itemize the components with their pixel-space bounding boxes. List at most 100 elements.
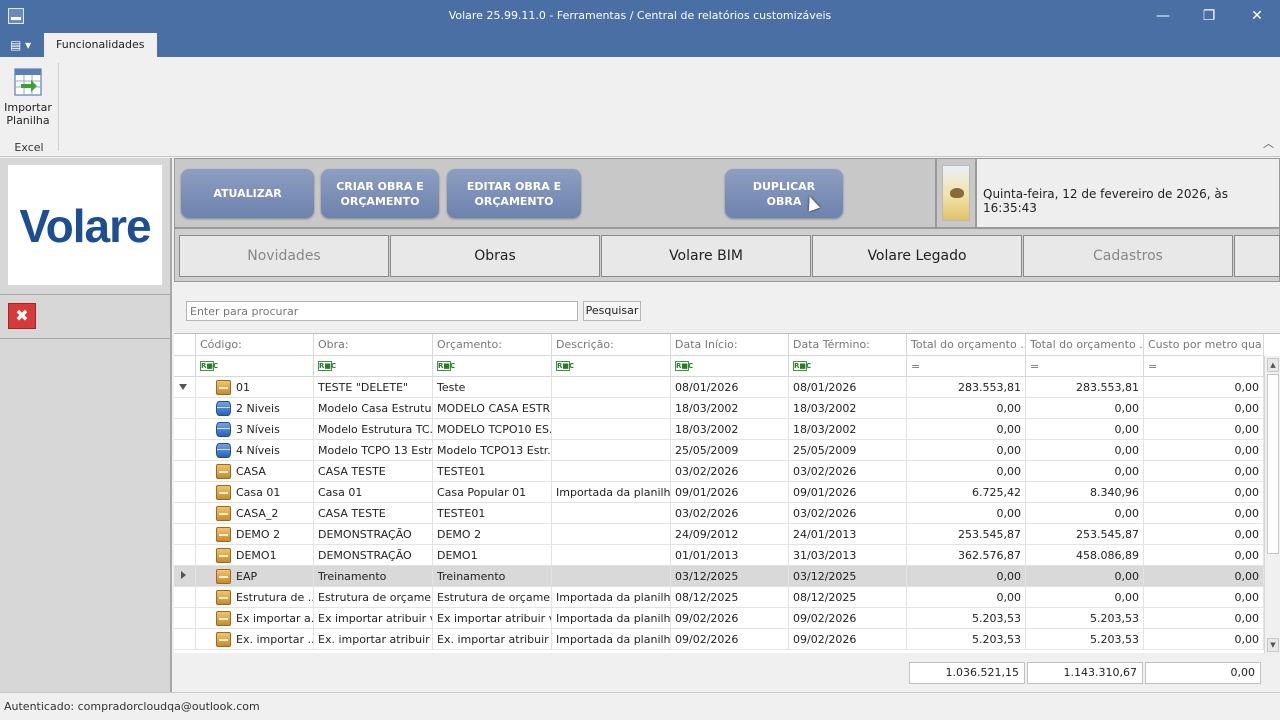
cell-data-inicio[interactable]: 09/02/2026	[671, 629, 789, 650]
cell-total-2[interactable]: 458.086,89	[1026, 545, 1144, 566]
cell-obra[interactable]: Ex. importar atribuir ...	[314, 629, 433, 650]
row-indicator[interactable]	[174, 377, 196, 398]
row-indicator[interactable]	[174, 440, 196, 461]
cell-descricao[interactable]	[552, 461, 671, 482]
cell-total-1[interactable]: 0,00	[907, 461, 1026, 482]
editar-obra-button[interactable]: EDITAR OBRA E ORÇAMENTO	[447, 169, 581, 218]
column-header-obra[interactable]: Obra:	[314, 334, 433, 356]
cell-obra[interactable]: DEMONSTRAÇÃO	[314, 545, 433, 566]
cell-total-1[interactable]: 0,00	[907, 419, 1026, 440]
column-header-codigo[interactable]: Código:	[196, 334, 314, 356]
cell-orcamento[interactable]: DEMO 2	[433, 524, 552, 545]
cell-codigo[interactable]: DEMO1	[196, 545, 314, 566]
row-indicator[interactable]	[174, 503, 196, 524]
cell-descricao[interactable]	[552, 566, 671, 587]
table-row[interactable]: 2 Niveis Modelo Casa Estrutura MODELO CASA…	[174, 398, 1264, 419]
cell-orcamento[interactable]: Estrutura de orçame...	[433, 587, 552, 608]
duplicar-obra-button[interactable]: DUPLICAR OBRA	[725, 169, 843, 218]
cell-total-1[interactable]: 0,00	[907, 587, 1026, 608]
cell-data-termino[interactable]: 31/03/2013	[789, 545, 907, 566]
cell-data-termino[interactable]: 24/01/2013	[789, 524, 907, 545]
cell-data-termino[interactable]: 18/03/2002	[789, 419, 907, 440]
cell-obra[interactable]: Treinamento	[314, 566, 433, 587]
cell-data-termino[interactable]: 09/01/2026	[789, 482, 907, 503]
table-row[interactable]: EAP Treinamento Treinamento 03/12/2025 03/12…	[174, 566, 1264, 587]
cell-data-inicio[interactable]: 18/03/2002	[671, 398, 789, 419]
filter-cell[interactable]: =	[1144, 356, 1264, 377]
cell-obra[interactable]: TESTE "DELETE"	[314, 377, 433, 398]
cell-codigo[interactable]: Estrutura de ...	[196, 587, 314, 608]
cell-codigo[interactable]: 2 Niveis	[196, 398, 314, 419]
cell-codigo[interactable]: 4 Níveis	[196, 440, 314, 461]
cell-total-1[interactable]: 0,00	[907, 566, 1026, 587]
criar-obra-button[interactable]: CRIAR OBRA E ORÇAMENTO	[321, 169, 439, 218]
cell-obra[interactable]: Modelo Estrutura TC...	[314, 419, 433, 440]
cell-obra[interactable]: Casa 01	[314, 482, 433, 503]
cell-custo-m2[interactable]: 0,00	[1144, 398, 1264, 419]
cell-data-termino[interactable]: 03/02/2026	[789, 461, 907, 482]
cell-custo-m2[interactable]: 0,00	[1144, 629, 1264, 650]
table-row[interactable]: CASA_2 CASA TESTE TESTE01 03/02/2026 03/02/2…	[174, 503, 1264, 524]
restore-button[interactable]: ❐	[1186, 0, 1232, 33]
cell-orcamento[interactable]: Treinamento	[433, 566, 552, 587]
row-indicator[interactable]	[174, 419, 196, 440]
tab-overflow[interactable]	[1234, 235, 1280, 277]
cell-data-termino[interactable]: 18/03/2002	[789, 398, 907, 419]
cell-total-1[interactable]: 0,00	[907, 440, 1026, 461]
tab-funcionalidades[interactable]: Funcionalidades	[44, 33, 157, 57]
cell-custo-m2[interactable]: 0,00	[1144, 608, 1264, 629]
cell-custo-m2[interactable]: 0,00	[1144, 482, 1264, 503]
atualizar-button[interactable]: ATUALIZAR	[181, 169, 314, 218]
cell-descricao[interactable]: Importada da planilh...	[552, 629, 671, 650]
cell-obra[interactable]: DEMONSTRAÇÃO	[314, 524, 433, 545]
cell-codigo[interactable]: Ex importar a...	[196, 608, 314, 629]
tab-volare-legado[interactable]: Volare Legado	[812, 235, 1022, 277]
cell-data-inicio[interactable]: 18/03/2002	[671, 419, 789, 440]
cell-data-inicio[interactable]: 08/01/2026	[671, 377, 789, 398]
cell-orcamento[interactable]: Ex importar atribuir v...	[433, 608, 552, 629]
cell-descricao[interactable]	[552, 524, 671, 545]
cell-data-inicio[interactable]: 03/02/2026	[671, 461, 789, 482]
cell-total-2[interactable]: 0,00	[1026, 461, 1144, 482]
cell-custo-m2[interactable]: 0,00	[1144, 419, 1264, 440]
cell-total-1[interactable]: 283.553,81	[907, 377, 1026, 398]
app-menu-icon[interactable]: ▤ ▾	[10, 38, 32, 52]
tab-cadastros[interactable]: Cadastros	[1023, 235, 1233, 277]
search-button[interactable]: Pesquisar	[583, 301, 641, 321]
cell-total-2[interactable]: 8.340,96	[1026, 482, 1144, 503]
cell-total-2[interactable]: 5.203,53	[1026, 608, 1144, 629]
cell-obra[interactable]: CASA TESTE	[314, 461, 433, 482]
scroll-up-icon[interactable]: ▲	[1267, 358, 1279, 372]
cell-orcamento[interactable]: TESTE01	[433, 503, 552, 524]
tab-novidades[interactable]: Novidades	[179, 235, 389, 277]
filter-cell[interactable]: R■C	[671, 356, 789, 377]
cell-data-termino[interactable]: 08/12/2025	[789, 587, 907, 608]
cell-total-1[interactable]: 253.545,87	[907, 524, 1026, 545]
collapse-ribbon-icon[interactable]: ︿	[1263, 135, 1274, 151]
scroll-down-icon[interactable]: ▼	[1267, 638, 1279, 652]
column-header-total-2[interactable]: Total do orçamento ...	[1026, 334, 1144, 356]
cell-orcamento[interactable]: MODELO TCPO10 ES...	[433, 419, 552, 440]
row-indicator[interactable]	[174, 608, 196, 629]
column-header-total-1[interactable]: Total do orçamento ...	[907, 334, 1026, 356]
cell-data-termino[interactable]: 08/01/2026	[789, 377, 907, 398]
cell-total-2[interactable]: 0,00	[1026, 587, 1144, 608]
cell-custo-m2[interactable]: 0,00	[1144, 524, 1264, 545]
filter-cell[interactable]: =	[1026, 356, 1144, 377]
column-header-orcamento[interactable]: Orçamento:	[433, 334, 552, 356]
cell-data-termino[interactable]: 03/02/2026	[789, 503, 907, 524]
filter-cell[interactable]: =	[907, 356, 1026, 377]
cell-total-2[interactable]: 0,00	[1026, 398, 1144, 419]
table-row[interactable]: 01 TESTE "DELETE" Teste 08/01/2026 08/01/202…	[174, 377, 1264, 398]
row-indicator[interactable]	[174, 482, 196, 503]
column-header-custo-m2[interactable]: Custo por metro qua...	[1144, 334, 1264, 356]
row-indicator[interactable]	[174, 629, 196, 650]
cell-data-inicio[interactable]: 25/05/2009	[671, 440, 789, 461]
cell-data-inicio[interactable]: 24/09/2012	[671, 524, 789, 545]
table-row[interactable]: Estrutura de ... Estrutura de orçame... Es…	[174, 587, 1264, 608]
cell-data-inicio[interactable]: 09/01/2026	[671, 482, 789, 503]
table-row[interactable]: Casa 01 Casa 01 Casa Popular 01 Importada d…	[174, 482, 1264, 503]
cell-total-2[interactable]: 5.203,53	[1026, 629, 1144, 650]
cell-codigo[interactable]: CASA	[196, 461, 314, 482]
row-indicator[interactable]	[174, 398, 196, 419]
